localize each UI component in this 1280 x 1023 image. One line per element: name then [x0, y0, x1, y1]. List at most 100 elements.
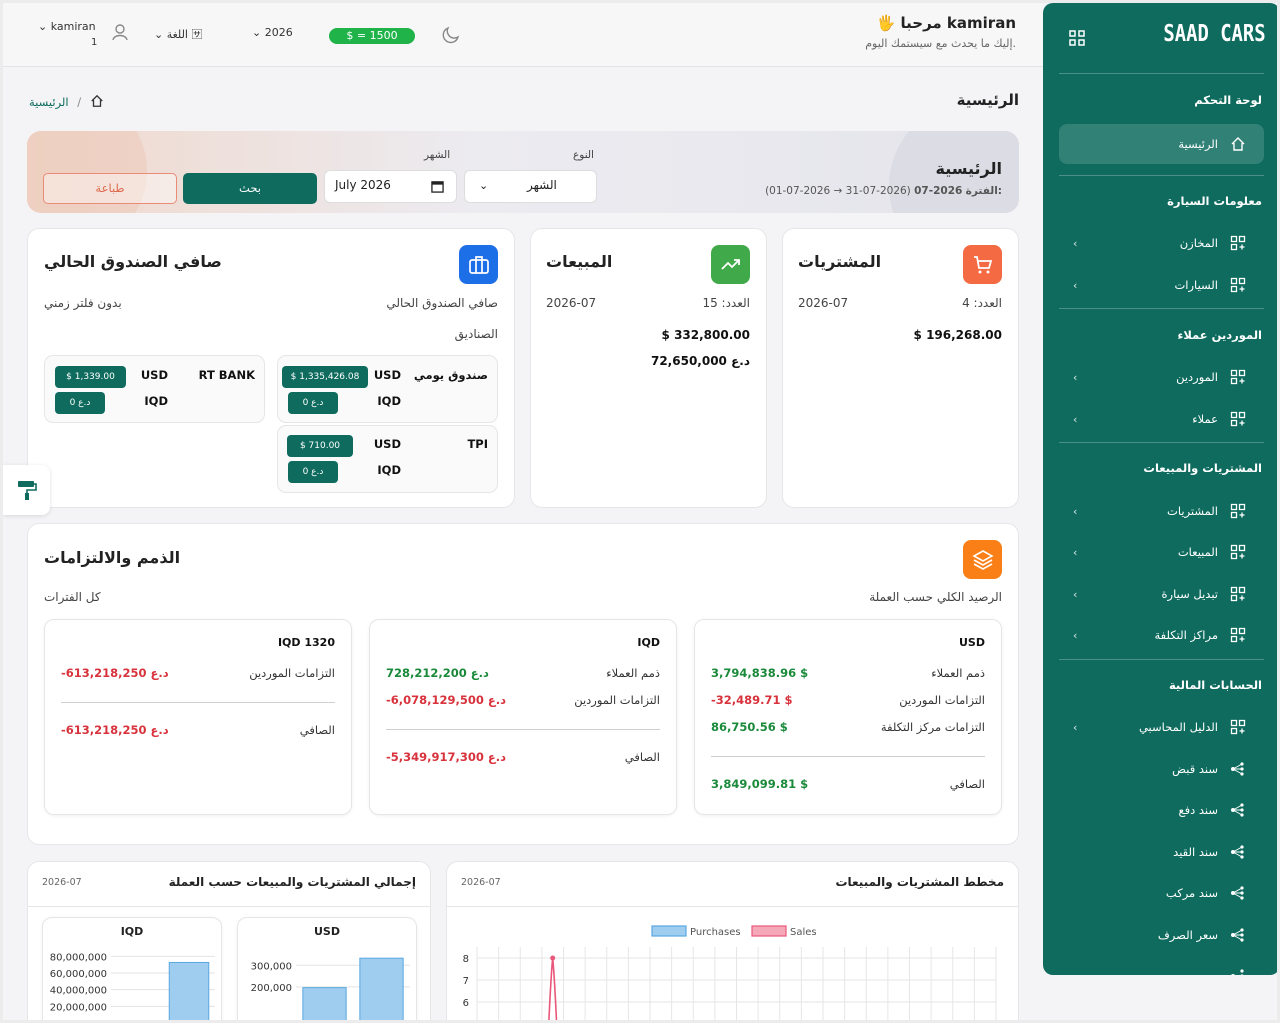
sidebar-item-home[interactable]: الرئيسية — [1059, 124, 1264, 164]
sidebar-item-receipt[interactable]: سند قبض — [1059, 749, 1264, 789]
sidebar-item-label: الدليل المحاسبي — [1138, 720, 1218, 734]
divider — [711, 756, 985, 757]
section-finance: الحسابات المالية — [1168, 678, 1262, 692]
section-trade: المشتريات والمبيعات — [1143, 461, 1262, 475]
y-tick-label: 40,000,000 — [50, 986, 107, 997]
card-period: 2026-07 — [461, 877, 501, 888]
row-value: 3,794,838.96 $ — [711, 666, 809, 680]
card-title: مخطط المشتريات والمبيعات — [835, 875, 1004, 889]
all-periods-label: كل الفترات — [44, 590, 101, 604]
divider — [61, 702, 335, 703]
chevron-left-icon: ‹ — [1073, 412, 1078, 426]
net-label: الصافي — [949, 777, 985, 791]
search-button[interactable]: بحث — [183, 173, 317, 204]
page-title: الرئيسية — [956, 91, 1019, 109]
sidebar-item-cost-centers[interactable]: ‹ مراكز التكلفة — [1059, 615, 1264, 655]
cart-icon — [973, 255, 992, 273]
chevron-down-icon: ⌄ — [479, 179, 489, 192]
chevron-left-icon: ‹ — [1073, 628, 1078, 642]
card-subtitle: صافي الصندوق الحالي — [386, 296, 498, 310]
apps-icon — [1230, 369, 1246, 385]
trend-chart-card: مخطط المشتريات والمبيعات 2026-07 Purchas… — [446, 861, 1019, 1020]
bar — [302, 987, 347, 1020]
section-dashboard: لوحة التحكم — [1194, 93, 1262, 107]
iqd-chart: IQD 80,000,000 60,000,000 40,000,000 20,000… — [42, 917, 222, 1020]
y-tick-label: 80,000,000 — [50, 952, 107, 963]
legend-swatch — [751, 925, 787, 937]
sidebar-item-purchases[interactable]: ‹ المشتريات — [1059, 491, 1264, 531]
chevron-left-icon: ‹ — [1073, 236, 1078, 250]
hero-title: الرئيسية — [935, 159, 1003, 178]
month-input[interactable]: July 2026 — [324, 170, 457, 203]
sidebar-item-sales[interactable]: ‹ المبيعات — [1059, 532, 1264, 572]
type-label: النوع — [573, 149, 594, 161]
share-nodes-icon — [1231, 845, 1244, 859]
sidebar-item-label: سند دفع — [1178, 803, 1218, 817]
y-tick-label: 200,000 — [251, 983, 292, 994]
language-dropdown[interactable]: ⌄ اللغة 🈂 — [154, 26, 202, 42]
greeting-text: مرحبا kamiran — [900, 14, 1016, 32]
currency-label: IQD — [377, 463, 401, 477]
user-name: kamiran — [50, 20, 96, 33]
topbar: 🖐 مرحبا kamiran إليك ما يحدث مع سيستمك ا… — [3, 3, 1043, 67]
apps-icon — [1230, 586, 1246, 602]
currency-label: IQD — [144, 394, 168, 408]
divider — [28, 906, 430, 907]
paint-roller-icon — [17, 481, 37, 500]
y-tick-label: 20,000,000 — [50, 1002, 107, 1013]
boxes-label: الصناديق — [454, 327, 498, 341]
iqd-bar-chart: 80,000,000 60,000,000 40,000,000 20,000,000 — [50, 952, 215, 1020]
calendar-icon[interactable] — [431, 180, 444, 193]
purchases-card: المشتريات العدد: 4 2026-07 $ 196,268.00 — [782, 228, 1019, 508]
fund-box: صندوق يومي USD IQD $ 1,335,426.08 0 د.ع — [277, 355, 498, 423]
net-label: الصافي — [299, 723, 335, 737]
breadcrumb-link[interactable]: الرئيسية — [29, 95, 69, 109]
sidebar: SAAD CARS لوحة التحكم الرئيسية معلومات ا… — [1043, 3, 1277, 975]
sales-point — [550, 955, 556, 961]
type-select[interactable]: ⌄ الشهر — [464, 170, 597, 203]
sidebar-item-exchange-rate[interactable]: سعر الصرف — [1059, 915, 1264, 955]
chevron-down-icon: ⌄ — [38, 20, 48, 33]
user-dropdown[interactable]: ⌄ kamiran — [38, 20, 96, 33]
year-dropdown[interactable]: ⌄ 2026 — [252, 26, 293, 39]
theme-customizer-tab[interactable] — [3, 465, 50, 515]
row-label: التزامات مركز التكلفة — [880, 720, 985, 734]
net-value: -5,349,917,300 د.ع — [386, 750, 507, 764]
greeting-subtitle: إليك ما يحدث مع سيستمك اليوم. — [865, 37, 1016, 50]
user-icon[interactable] — [110, 22, 130, 42]
row-label: التزامات الموردين — [574, 693, 660, 707]
chevron-left-icon: ‹ — [1073, 545, 1078, 559]
currency-chart-card: إجمالي المشتريات والمبيعات حسب العملة 20… — [27, 861, 431, 1020]
section-suppliers: الموردين عملاء — [1177, 328, 1262, 342]
grid-menu-icon[interactable] — [1069, 30, 1085, 46]
sidebar-item-chart-of-accounts[interactable]: ‹ الدليل المحاسبي — [1059, 707, 1264, 747]
home-icon[interactable] — [90, 94, 104, 108]
y-tick-label: 300,000 — [251, 961, 292, 972]
sidebar-item-warehouses[interactable]: ‹ المخازن — [1059, 223, 1264, 263]
print-button[interactable]: طباعة — [43, 173, 177, 204]
card-title: إجمالي المشتريات والمبيعات حسب العملة — [168, 875, 416, 889]
currency-label: USD — [373, 437, 401, 451]
sidebar-item-cars[interactable]: ‹ السيارات — [1059, 265, 1264, 305]
usd-bar-chart: 300,000 200,000 — [251, 957, 410, 1020]
currency-label: IQD — [377, 394, 401, 408]
y-tick-label: 6 — [463, 998, 469, 1009]
sidebar-item-label: تبديل سيارة — [1161, 587, 1218, 601]
line-chart: PurchasesSales8765 — [463, 925, 997, 1020]
sidebar-item-clients[interactable]: ‹ عملاء — [1059, 399, 1264, 439]
sidebar-item-suppliers[interactable]: ‹ الموردين — [1059, 357, 1264, 397]
moon-icon[interactable] — [441, 25, 461, 45]
sidebar-item-payment[interactable]: سند دفع — [1059, 790, 1264, 830]
sidebar-item-car-swap[interactable]: ‹ تبديل سيارة — [1059, 574, 1264, 614]
card-title: المشتريات — [798, 252, 882, 271]
period-label: الفترة: — [965, 185, 1002, 197]
chevron-left-icon: ‹ — [1073, 504, 1078, 518]
legend-swatch — [651, 925, 687, 937]
row-value: -6,078,129,500 د.ع — [386, 693, 507, 707]
sidebar-item-journal[interactable]: سند القيد — [1059, 832, 1264, 872]
chevron-down-icon: ⌄ — [154, 28, 164, 41]
apps-icon — [1230, 719, 1246, 735]
apps-icon — [1230, 544, 1246, 560]
sidebar-item-compound[interactable]: سند مركب — [1059, 873, 1264, 913]
sidebar-item-label: الرئيسية — [1178, 137, 1218, 151]
